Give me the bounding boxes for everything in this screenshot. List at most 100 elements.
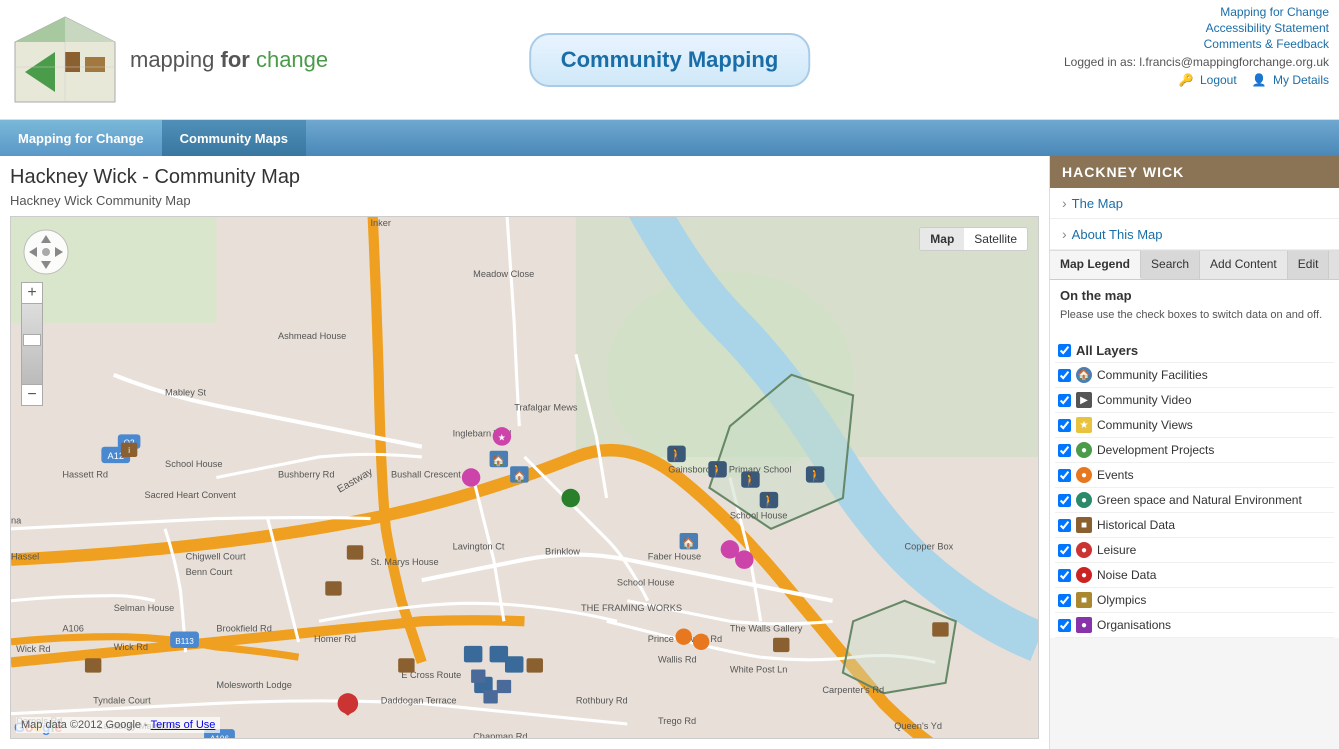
svg-text:Ashmead House: Ashmead House (278, 331, 346, 341)
svg-text:Queen's Yd: Queen's Yd (894, 721, 942, 731)
svg-text:Daddogan Terrace: Daddogan Terrace (381, 695, 457, 705)
layer-community-video-checkbox[interactable] (1058, 394, 1071, 407)
satellite-button[interactable]: Satellite (964, 228, 1027, 250)
layer-development-projects-checkbox[interactable] (1058, 444, 1071, 457)
svg-text:White Post Ln: White Post Ln (730, 665, 788, 675)
sidebar: HACKNEY WICK The Map About This Map Map … (1049, 156, 1339, 749)
svg-text:🏠: 🏠 (492, 455, 505, 467)
layer-organisations-checkbox[interactable] (1058, 619, 1071, 632)
legend-tabs: Map Legend Search Add Content Edit (1050, 251, 1339, 280)
svg-text:School House: School House (165, 459, 223, 469)
svg-text:Wallis Rd: Wallis Rd (658, 654, 697, 664)
layer-community-views-checkbox[interactable] (1058, 419, 1071, 432)
zoom-slider[interactable] (21, 304, 43, 384)
svg-text:na: na (11, 516, 22, 526)
layer-scroll-wrapper[interactable]: All Layers 🏠 Community Facilities ▶ Comm… (1050, 339, 1339, 749)
svg-text:Wick Rd: Wick Rd (16, 644, 50, 654)
svg-text:Carpenter's Rd: Carpenter's Rd (822, 685, 884, 695)
svg-text:Mabley St: Mabley St (165, 387, 206, 397)
historical-data-icon: ■ (1076, 517, 1092, 533)
layer-events: ● Events (1055, 463, 1334, 488)
layer-noise-data-label: Noise Data (1097, 568, 1156, 582)
zoom-thumb (23, 334, 41, 346)
sidebar-section-title: HACKNEY WICK (1050, 156, 1339, 188)
layer-community-facilities-checkbox[interactable] (1058, 369, 1071, 382)
header-links: Mapping for Change Accessibility Stateme… (1064, 5, 1329, 51)
layer-community-video: ▶ Community Video (1055, 388, 1334, 413)
map-container[interactable]: Map Satellite + − (10, 216, 1039, 739)
svg-text:i: i (128, 446, 130, 455)
svg-text:🚶: 🚶 (761, 493, 776, 508)
my-details-link[interactable]: 👤 My Details (1252, 73, 1329, 87)
logo-icon (10, 12, 120, 107)
logo-area: mapping for change (10, 12, 328, 107)
layer-list: All Layers 🏠 Community Facilities ▶ Comm… (1050, 339, 1339, 638)
development-projects-icon: ● (1076, 442, 1092, 458)
layer-organisations: ● Organisations (1055, 613, 1334, 638)
layer-green-space: ● Green space and Natural Environment (1055, 488, 1334, 513)
svg-text:Benn Court: Benn Court (186, 567, 233, 577)
layer-leisure-checkbox[interactable] (1058, 544, 1071, 557)
svg-text:Molesworth Lodge: Molesworth Lodge (216, 680, 291, 690)
comments-feedback-link[interactable]: Comments & Feedback (1204, 37, 1329, 51)
tab-add-content[interactable]: Add Content (1200, 251, 1288, 279)
sidebar-nav-the-map[interactable]: The Map (1050, 188, 1339, 219)
community-video-icon: ▶ (1076, 392, 1092, 408)
accessibility-statement-link[interactable]: Accessibility Statement (1206, 21, 1329, 35)
layer-historical-data-label: Historical Data (1097, 518, 1175, 532)
nav-mapping-for-change[interactable]: Mapping for Change (0, 120, 162, 156)
layer-events-checkbox[interactable] (1058, 469, 1071, 482)
logged-in-label: Logged in as: l.francis@mappingforchange… (1064, 55, 1329, 69)
terms-of-use-link[interactable]: Terms of Use (151, 719, 216, 731)
layer-olympics-checkbox[interactable] (1058, 594, 1071, 607)
svg-text:Bushberry Rd: Bushberry Rd (278, 469, 334, 479)
tab-edit[interactable]: Edit (1288, 251, 1330, 279)
map-button[interactable]: Map (920, 228, 964, 250)
layer-organisations-label: Organisations (1097, 618, 1171, 632)
svg-text:Homer Rd: Homer Rd (314, 634, 356, 644)
svg-text:Copper Box: Copper Box (904, 541, 953, 551)
zoom-out-button[interactable]: − (21, 384, 43, 406)
pan-control[interactable] (21, 227, 71, 277)
svg-text:Chapman Rd: Chapman Rd (473, 731, 527, 738)
svg-text:Tyndale Court: Tyndale Court (93, 695, 151, 705)
map-section: Hackney Wick - Community Map Hackney Wic… (0, 156, 1049, 749)
page-subtitle: Hackney Wick Community Map (10, 193, 1039, 208)
tab-map-legend[interactable]: Map Legend (1050, 251, 1141, 279)
svg-text:A106: A106 (62, 624, 84, 634)
on-the-map-title: On the map (1060, 288, 1329, 303)
svg-text:Meadow Close: Meadow Close (473, 269, 534, 279)
svg-text:🏠: 🏠 (513, 471, 526, 483)
map-footer: Map data ©2012 Google - Terms of Use (16, 717, 220, 733)
layer-green-space-checkbox[interactable] (1058, 494, 1071, 507)
svg-text:Hassett Rd: Hassett Rd (62, 469, 108, 479)
svg-text:Selman House: Selman House (114, 603, 175, 613)
nav-community-maps[interactable]: Community Maps (162, 120, 306, 156)
layer-all-layers-checkbox[interactable] (1058, 344, 1071, 357)
community-facilities-icon: 🏠 (1076, 367, 1092, 383)
tab-search[interactable]: Search (1141, 251, 1200, 279)
svg-text:St. Marys House: St. Marys House (370, 557, 438, 567)
logo-text: mapping for change (130, 47, 328, 73)
svg-text:Inker: Inker (370, 218, 391, 228)
layer-events-label: Events (1097, 468, 1134, 482)
layer-community-video-label: Community Video (1097, 393, 1192, 407)
layer-community-facilities-label: Community Facilities (1097, 368, 1208, 382)
site-header: mapping for change Community Mapping Map… (0, 0, 1339, 120)
logout-icon: 🔑 (1179, 73, 1194, 87)
sidebar-nav-about-map[interactable]: About This Map (1050, 219, 1339, 250)
layer-noise-data: ● Noise Data (1055, 563, 1334, 588)
svg-text:THE FRAMING WORKS: THE FRAMING WORKS (581, 603, 682, 613)
layer-historical-data-checkbox[interactable] (1058, 519, 1071, 532)
svg-text:Wick Rd: Wick Rd (114, 642, 148, 652)
svg-text:🚶: 🚶 (710, 462, 725, 477)
mapping-for-change-link[interactable]: Mapping for Change (1220, 5, 1329, 19)
svg-text:🚶: 🚶 (807, 468, 822, 483)
svg-text:Bushall Crescent: Bushall Crescent (391, 469, 461, 479)
legend-content: On the map Please use the check boxes to… (1050, 280, 1339, 339)
svg-text:Rothbury Rd: Rothbury Rd (576, 695, 628, 705)
noise-data-icon: ● (1076, 567, 1092, 583)
layer-noise-data-checkbox[interactable] (1058, 569, 1071, 582)
logout-link[interactable]: 🔑 Logout (1179, 73, 1237, 87)
zoom-in-button[interactable]: + (21, 282, 43, 304)
